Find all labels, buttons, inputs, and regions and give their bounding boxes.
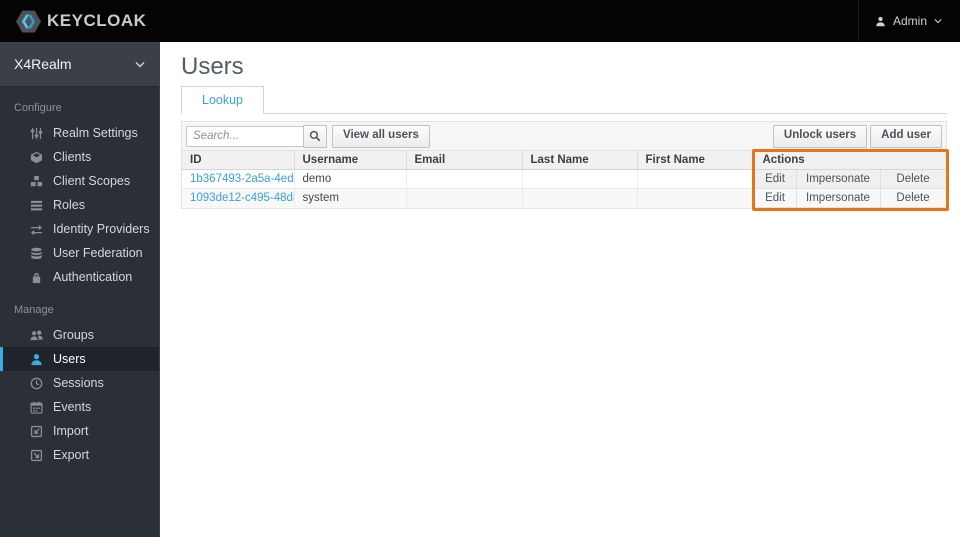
column-header-actions: Actions bbox=[753, 151, 947, 170]
column-header-last-name: Last Name bbox=[521, 151, 637, 170]
sidebar-item-label: Events bbox=[53, 400, 92, 414]
tab-lookup[interactable]: Lookup bbox=[181, 86, 265, 114]
first-name-cell bbox=[636, 188, 754, 208]
sidebar-item-client-scopes[interactable]: Client Scopes bbox=[0, 169, 159, 193]
cubes-icon bbox=[30, 175, 43, 188]
sidebar-item-label: Clients bbox=[53, 150, 92, 164]
column-header-email: Email bbox=[405, 151, 522, 170]
user-id-cell: 1093de12-c495-48d8-... bbox=[182, 188, 294, 208]
chevron-down-icon bbox=[135, 61, 145, 68]
last-name-cell bbox=[521, 188, 637, 208]
sidebar-item-events[interactable]: Events bbox=[0, 395, 159, 419]
column-header-id: ID bbox=[182, 151, 294, 170]
database-icon bbox=[30, 247, 43, 260]
edit-button[interactable]: Edit bbox=[753, 188, 797, 208]
sidebar-item-user-federation[interactable]: User Federation bbox=[0, 241, 159, 265]
user-menu[interactable]: Admin bbox=[857, 0, 942, 42]
column-header-username: Username bbox=[293, 151, 406, 170]
cube-icon bbox=[30, 151, 43, 164]
sidebar-item-sessions[interactable]: Sessions bbox=[0, 371, 159, 395]
sidebar-item-import[interactable]: Import bbox=[0, 419, 159, 443]
realm-selector[interactable]: X4Realm bbox=[0, 42, 159, 87]
sidebar-section-label-manage: Manage bbox=[14, 304, 54, 316]
user-icon bbox=[875, 16, 886, 27]
impersonate-button[interactable]: Impersonate bbox=[795, 169, 881, 189]
delete-button[interactable]: Delete bbox=[879, 188, 947, 208]
keycloak-logo-icon bbox=[16, 10, 41, 33]
brand-text: KEYCLOAK bbox=[47, 11, 147, 30]
sidebar-item-label: Roles bbox=[53, 198, 85, 212]
sidebar-item-label: Realm Settings bbox=[53, 126, 138, 140]
caret-down-icon bbox=[934, 18, 942, 24]
user-id-link[interactable]: 1093de12-c495-48d8-... bbox=[190, 192, 294, 204]
table-row: 1093de12-c495-48d8-...system EditImperson… bbox=[182, 188, 947, 208]
tab-bar: Lookup bbox=[181, 86, 947, 114]
user-id-link[interactable]: 1b367493-2a5a-4edc-... bbox=[190, 173, 294, 185]
view-all-users-button[interactable]: View all users bbox=[332, 124, 430, 148]
sidebar-item-label: Authentication bbox=[53, 270, 133, 284]
list-icon bbox=[30, 199, 43, 212]
sidebar-item-label: Export bbox=[53, 448, 90, 462]
clock-icon bbox=[30, 377, 43, 390]
topbar: KEYCLOAK Admin bbox=[0, 0, 960, 42]
sidebar-item-label: Client Scopes bbox=[53, 174, 131, 188]
sidebar-item-label: Groups bbox=[53, 328, 94, 342]
first-name-cell bbox=[636, 169, 754, 189]
sidebar-item-label: Sessions bbox=[53, 376, 104, 390]
sidebar-item-label: Users bbox=[53, 352, 86, 366]
page-title: Users bbox=[181, 53, 244, 80]
edit-button[interactable]: Edit bbox=[753, 169, 797, 189]
table-header-row: ID Username Email Last Name First Name Action… bbox=[182, 151, 947, 170]
main-content: Users Lookup View all users Unlock users… bbox=[160, 42, 960, 540]
email-cell bbox=[405, 188, 522, 208]
sidebar-item-label: Identity Providers bbox=[53, 222, 150, 236]
keycloak-logo[interactable]: KEYCLOAK bbox=[16, 10, 146, 33]
exchange-arrows-icon bbox=[30, 223, 43, 236]
sidebar-item-users[interactable]: Users bbox=[0, 347, 159, 371]
delete-button[interactable]: Delete bbox=[879, 169, 947, 189]
import-icon bbox=[30, 425, 43, 438]
table-toolbar: View all users Unlock users Add user bbox=[182, 122, 946, 151]
search-button[interactable] bbox=[303, 124, 327, 148]
sidebar-item-identity-providers[interactable]: Identity Providers bbox=[0, 217, 159, 241]
sidebar-item-realm-settings[interactable]: Realm Settings bbox=[0, 121, 159, 145]
sidebar-section-label-configure: Configure bbox=[14, 102, 62, 114]
export-icon bbox=[30, 449, 43, 462]
username-cell: system bbox=[293, 188, 406, 208]
sidebar-item-clients[interactable]: Clients bbox=[0, 145, 159, 169]
sidebar: X4Realm Configure Realm Settings Clients Cl… bbox=[0, 42, 160, 537]
user-icon bbox=[30, 353, 43, 366]
sidebar-item-authentication[interactable]: Authentication bbox=[0, 265, 159, 289]
sidebar-item-export[interactable]: Export bbox=[0, 443, 159, 467]
table-row: 1b367493-2a5a-4edc-...demo EditImpersonat… bbox=[182, 169, 947, 189]
email-cell bbox=[405, 169, 522, 189]
impersonate-button[interactable]: Impersonate bbox=[795, 188, 881, 208]
group-icon bbox=[30, 329, 43, 342]
sidebar-item-groups[interactable]: Groups bbox=[0, 323, 159, 347]
sidebar-item-label: User Federation bbox=[53, 246, 143, 260]
user-menu-label: Admin bbox=[892, 14, 927, 28]
sidebar-nav: Configure Realm Settings Clients Client Sco… bbox=[0, 87, 159, 467]
users-table: ID Username Email Last Name First Name Action… bbox=[182, 151, 947, 208]
unlock-users-button[interactable]: Unlock users bbox=[772, 124, 868, 148]
users-table-panel: View all users Unlock users Add user IDU… bbox=[181, 121, 949, 211]
column-header-first-name: First Name bbox=[636, 151, 754, 170]
lock-icon bbox=[30, 271, 43, 284]
search-input[interactable] bbox=[186, 125, 304, 147]
username-cell: demo bbox=[293, 169, 406, 189]
user-id-cell: 1b367493-2a5a-4edc-... bbox=[182, 170, 294, 189]
sidebar-item-label: Import bbox=[53, 424, 89, 438]
add-user-button[interactable]: Add user bbox=[870, 124, 942, 148]
sliders-icon bbox=[30, 127, 43, 140]
calendar-icon bbox=[30, 401, 43, 414]
search-icon bbox=[309, 130, 321, 142]
sidebar-item-roles[interactable]: Roles bbox=[0, 193, 159, 217]
realm-name: X4Realm bbox=[14, 56, 72, 72]
last-name-cell bbox=[521, 169, 637, 189]
